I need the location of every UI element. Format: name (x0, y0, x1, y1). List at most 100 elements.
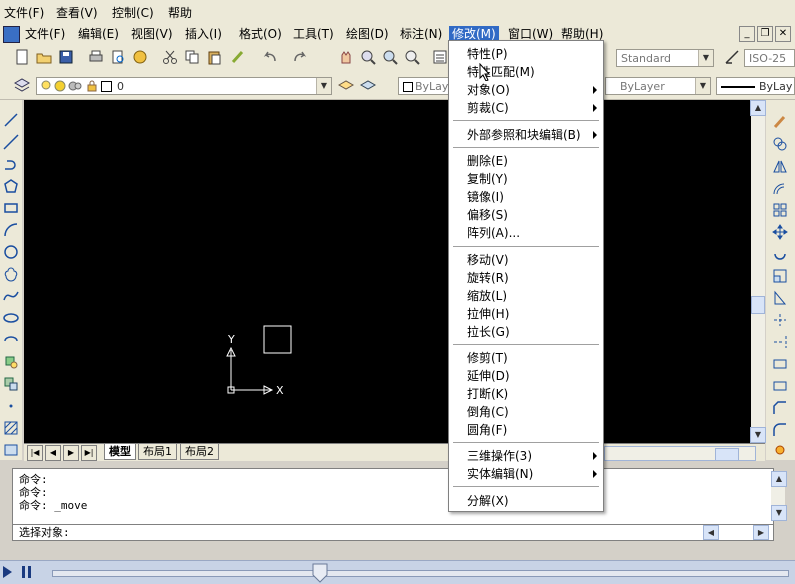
menu-item-move[interactable]: 移动(V) (467, 252, 509, 268)
color-combo[interactable]: ByLayer (398, 77, 460, 95)
region-icon[interactable] (3, 442, 19, 458)
construction-line-icon[interactable] (3, 134, 19, 150)
menu-item-copy[interactable]: 复制(Y) (467, 171, 508, 187)
scroll-up-icon[interactable]: ▲ (750, 100, 766, 116)
seek-thumb-icon[interactable] (311, 563, 329, 583)
open-file-icon[interactable] (36, 49, 52, 65)
drawing-canvas[interactable]: Y X (24, 100, 751, 443)
vertical-scrollbar[interactable]: ▲ ▼ (750, 100, 766, 443)
sun-icon[interactable] (54, 80, 66, 92)
outer-menu-help[interactable]: 帮助 (168, 4, 192, 21)
layer-combo[interactable]: 0 ▼ (36, 77, 332, 95)
rotate-icon[interactable] (772, 246, 788, 262)
join-icon[interactable] (772, 378, 788, 394)
hatch-icon[interactable] (3, 420, 19, 436)
dimension-style-icon[interactable] (724, 49, 740, 65)
last-tab-icon[interactable]: ▶| (81, 445, 97, 461)
erase-icon[interactable] (772, 114, 788, 130)
menu-item-clip[interactable]: 剪裁(C) (467, 100, 509, 116)
make-current-layer-icon[interactable] (338, 77, 354, 93)
next-tab-icon[interactable]: ▶ (63, 445, 79, 461)
print-icon[interactable] (88, 49, 104, 65)
mirror-icon[interactable] (772, 158, 788, 174)
horizontal-scrollbar[interactable] (604, 446, 756, 461)
menu-item-solid-editing[interactable]: 实体编辑(N) (467, 466, 533, 482)
make-block-icon[interactable] (3, 376, 19, 392)
insert-block-icon[interactable] (3, 354, 19, 370)
chevron-down-icon[interactable]: ▼ (316, 78, 331, 94)
menu-item-xref-block-edit[interactable]: 外部参照和块编辑(B) (467, 127, 581, 143)
pan-icon[interactable] (338, 49, 354, 65)
tab-layout2[interactable]: 布局2 (180, 444, 219, 460)
move-icon[interactable] (772, 224, 788, 240)
save-icon[interactable] (58, 49, 74, 65)
match-properties-icon[interactable] (230, 49, 246, 65)
revision-cloud-icon[interactable] (3, 266, 19, 282)
minimize-icon[interactable]: _ (739, 26, 755, 42)
menu-item-break[interactable]: 打断(K) (467, 386, 508, 402)
menu-edit[interactable]: 编辑(E) (75, 26, 122, 42)
scroll-up-icon[interactable]: ▲ (771, 471, 787, 487)
seek-track[interactable] (52, 570, 789, 577)
menu-file[interactable]: 文件(F) (22, 26, 68, 42)
chamfer-icon[interactable] (772, 400, 788, 416)
command-input[interactable]: 选择对象: ◀ ▶ (12, 524, 774, 541)
point-icon[interactable] (3, 398, 19, 414)
properties-icon[interactable] (432, 49, 448, 65)
tab-model[interactable]: 模型 (104, 444, 136, 460)
menu-item-offset[interactable]: 偏移(S) (467, 207, 508, 223)
zoom-window-icon[interactable] (382, 49, 398, 65)
h-scroll-thumb[interactable] (715, 448, 739, 461)
restore-icon[interactable]: ❐ (757, 26, 773, 42)
scroll-down-icon[interactable]: ▼ (750, 427, 766, 443)
menu-item-scale[interactable]: 缩放(L) (467, 288, 507, 304)
first-tab-icon[interactable]: |◀ (27, 445, 43, 461)
menu-tools[interactable]: 工具(T) (290, 26, 337, 42)
menu-item-mirror[interactable]: 镜像(I) (467, 189, 504, 205)
menu-item-extend[interactable]: 延伸(D) (467, 368, 510, 384)
menu-item-erase[interactable]: 删除(E) (467, 153, 508, 169)
menu-draw[interactable]: 绘图(D) (343, 26, 392, 42)
explode-icon[interactable] (772, 442, 788, 458)
scroll-down-icon[interactable]: ▼ (771, 505, 787, 521)
line-icon[interactable] (3, 112, 19, 128)
drawn-square[interactable] (263, 325, 292, 354)
trim-icon[interactable] (772, 312, 788, 328)
ellipse-arc-icon[interactable] (3, 332, 19, 348)
menu-item-3d-operations[interactable]: 三维操作(3) (467, 448, 532, 464)
pause-icon[interactable] (22, 566, 25, 578)
print-preview-icon[interactable] (110, 49, 126, 65)
menu-item-chamfer[interactable]: 倒角(C) (467, 404, 509, 420)
redo-icon[interactable] (292, 49, 308, 65)
outer-menu-control[interactable]: 控制(C) (112, 4, 154, 21)
lightbulb-icon[interactable] (40, 80, 52, 92)
scroll-right-icon[interactable]: ▶ (753, 525, 769, 540)
viewport-freeze-icon[interactable] (68, 80, 82, 92)
menu-dimension[interactable]: 标注(N) (397, 26, 445, 42)
spline-icon[interactable] (3, 288, 19, 304)
menu-item-object[interactable]: 对象(O) (467, 82, 510, 98)
extend-icon[interactable] (772, 334, 788, 350)
copy-icon[interactable] (184, 49, 200, 65)
menu-item-stretch[interactable]: 拉伸(H) (467, 306, 509, 322)
menu-insert[interactable]: 插入(I) (182, 26, 225, 42)
text-style-combo[interactable]: Standard ▼ (616, 49, 714, 67)
lock-icon[interactable] (86, 80, 98, 92)
menu-item-rotate[interactable]: 旋转(R) (467, 270, 509, 286)
play-icon[interactable] (3, 566, 12, 578)
polyline-icon[interactable] (3, 156, 19, 172)
arc-icon[interactable] (3, 222, 19, 238)
break-icon[interactable] (772, 356, 788, 372)
v-scroll-thumb[interactable] (751, 296, 765, 314)
linetype-combo[interactable]: ByLayer ▼ (605, 77, 711, 95)
menu-item-array[interactable]: 阵列(A)... (467, 225, 520, 241)
polygon-icon[interactable] (3, 178, 19, 194)
prev-tab-icon[interactable]: ◀ (45, 445, 61, 461)
chevron-down-icon[interactable]: ▼ (698, 50, 713, 66)
cut-icon[interactable] (162, 49, 178, 65)
scale-icon[interactable] (772, 268, 788, 284)
menu-item-explode[interactable]: 分解(X) (467, 493, 509, 509)
menu-format[interactable]: 格式(O) (236, 26, 285, 42)
array-icon[interactable] (772, 202, 788, 218)
outer-menu-file[interactable]: 文件(F) (4, 4, 44, 21)
